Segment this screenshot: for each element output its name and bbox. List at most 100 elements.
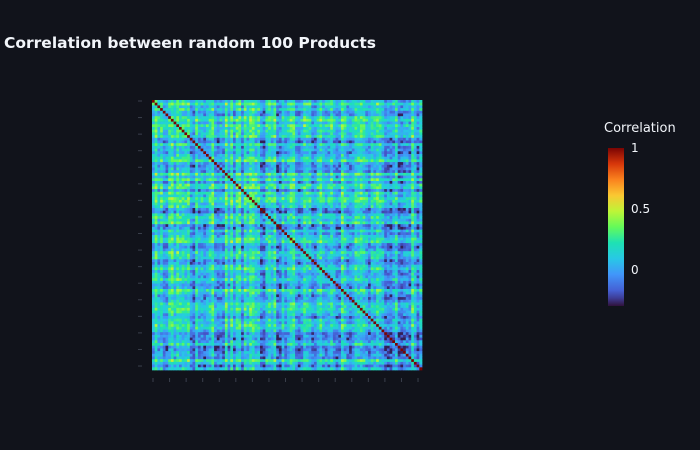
heatmap-cell [243,218,247,222]
heatmap-cell [203,226,207,230]
heatmap-cell [354,197,358,201]
heatmap-cell [170,151,174,155]
heatmap-cell [273,167,277,171]
heatmap-cell [400,226,404,230]
heatmap-cell [187,175,191,179]
heatmap-cell [405,178,409,182]
heatmap-cell [197,181,201,185]
heatmap-cell [230,175,234,179]
heatmap-cell [311,194,315,198]
heatmap-cell [216,105,220,109]
heatmap-cell [197,208,201,212]
heatmap-cell [165,186,169,190]
heatmap-cell [214,213,218,217]
heatmap-cell [389,186,393,190]
heatmap-cell [343,108,347,112]
heatmap-cell [359,199,363,203]
heatmap-cell [208,132,212,136]
heatmap-cell [181,116,185,120]
heatmap-cell [322,154,326,158]
heatmap-cell [165,194,169,198]
heatmap-cell [359,121,363,125]
heatmap-cell [365,162,369,166]
heatmap-cell [351,108,355,112]
heatmap-cell [173,164,177,168]
heatmap-cell [192,159,196,163]
heatmap-cell [249,124,253,128]
heatmap-cell [184,205,188,209]
heatmap-cell [413,178,417,182]
heatmap-cell [376,129,380,133]
heatmap-cell [381,137,385,141]
heatmap-cell [403,232,407,236]
heatmap-cell [284,124,288,128]
heatmap-cell [170,145,174,149]
heatmap-cell [254,226,258,230]
heatmap-cell [268,100,272,104]
heatmap-cell [233,100,237,104]
heatmap-cell [246,118,250,122]
heatmap-cell [184,170,188,174]
heatmap-cell [416,216,420,220]
heatmap-cell [157,154,161,158]
heatmap-cell [278,224,282,228]
heatmap-cell [179,137,183,141]
heatmap-cell [413,175,417,179]
heatmap-cell [152,156,156,160]
heatmap-cell [359,216,363,220]
heatmap-cell [235,108,239,112]
heatmap-cell [233,199,237,203]
heatmap-cell [330,216,334,220]
heatmap-cell [251,202,255,206]
heatmap-cell [208,108,212,112]
heatmap-cell [168,118,172,122]
heatmap-cell [400,202,404,206]
heatmap-cell [408,113,412,117]
heatmap-cell [413,159,417,163]
heatmap-cell [303,199,307,203]
heatmap-cell [270,170,274,174]
heatmap-cell [219,202,223,206]
heatmap-cell [235,189,239,193]
heatmap-cell [192,208,196,212]
heatmap-cell [227,205,231,209]
heatmap-cell [227,218,231,222]
heatmap-cell [260,110,264,114]
heatmap-cell [260,205,264,209]
heatmap-cell [314,159,318,163]
heatmap-cell [368,156,372,160]
heatmap-cell [378,175,382,179]
heatmap-cell [343,140,347,144]
heatmap-cell [233,229,237,233]
heatmap-cell [216,162,220,166]
heatmap-cell [403,208,407,212]
heatmap-cell [305,127,309,131]
heatmap-cell [408,129,412,133]
heatmap-cell [384,178,388,182]
heatmap-cell [335,113,339,117]
heatmap-cell [184,113,188,117]
heatmap-cell [211,199,215,203]
heatmap-cell [419,116,423,120]
heatmap-cell [206,148,210,152]
heatmap-cell [308,202,312,206]
heatmap-cell [365,216,369,220]
heatmap-cell [346,148,350,152]
heatmap-cell [168,170,172,174]
heatmap-cell [384,105,388,109]
heatmap-cell [297,124,301,128]
heatmap-cell [208,102,212,106]
heatmap-cell [311,191,315,195]
heatmap-cell [332,189,336,193]
heatmap-cell [270,159,274,163]
heatmap-diagonal-cell [227,175,231,179]
heatmap-cell [411,118,415,122]
heatmap-cell [160,183,164,187]
heatmap-cell [222,100,226,104]
heatmap-cell [332,229,336,233]
heatmap-cell [273,202,277,206]
heatmap-cell [311,140,315,144]
heatmap-cell [370,199,374,203]
heatmap-cell [289,202,293,206]
heatmap-cell [157,186,161,190]
